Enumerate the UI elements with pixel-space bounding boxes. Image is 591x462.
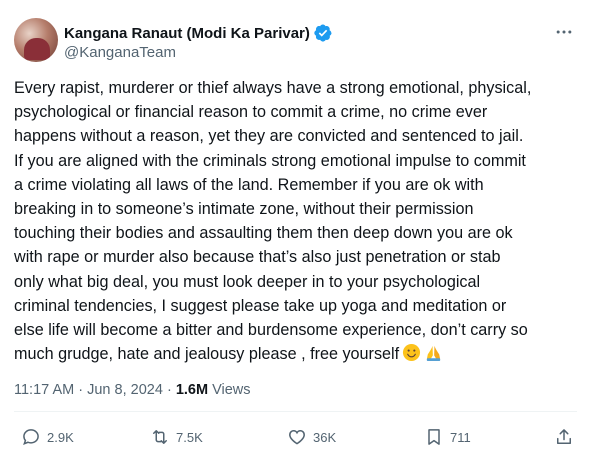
like-button[interactable]: 36K: [287, 427, 336, 447]
views-count[interactable]: 1.6M: [176, 382, 208, 398]
bookmark-icon: [428, 429, 440, 445]
reply-button[interactable]: 2.9K: [21, 427, 74, 447]
avatar[interactable]: [14, 18, 58, 62]
views-label: Views: [212, 382, 251, 398]
author-name-row[interactable]: Kangana Ranaut (Modi Ka Parivar): [64, 24, 332, 42]
folded-hands-emoji-icon: [424, 343, 443, 369]
post-body: Every rapist, murderer or thief always h…: [14, 79, 532, 364]
action-bar: 2.9K 7.5K 36K 711: [0, 427, 591, 451]
post-date[interactable]: Jun 8, 2024: [87, 382, 163, 398]
display-name[interactable]: Kangana Ranaut (Modi Ka Parivar): [64, 25, 310, 42]
reply-count: 2.9K: [47, 429, 74, 445]
repost-button[interactable]: 7.5K: [150, 427, 203, 447]
post-meta: 11:17 AM · Jun 8, 2024 · 1.6M Views: [14, 382, 251, 398]
like-icon: [289, 429, 305, 445]
bookmark-button[interactable]: 711: [424, 427, 471, 447]
divider: [14, 411, 577, 412]
verified-badge-icon: [314, 24, 332, 42]
meta-separator: ·: [166, 382, 172, 398]
reply-icon: [23, 429, 39, 445]
post-text: Every rapist, murderer or thief always h…: [14, 76, 580, 369]
post-time[interactable]: 11:17 AM: [14, 382, 74, 398]
repost-count: 7.5K: [176, 429, 203, 445]
more-icon: [556, 30, 572, 34]
meta-separator: ·: [78, 382, 84, 398]
author-handle[interactable]: @KanganaTeam: [64, 44, 176, 61]
more-options-button[interactable]: [551, 19, 577, 45]
repost-icon: [153, 430, 167, 444]
smiling-face-emoji-icon: [402, 343, 421, 369]
share-icon: [557, 429, 571, 444]
share-button[interactable]: [554, 427, 574, 447]
like-count: 36K: [313, 429, 337, 445]
bookmark-count: 711: [450, 429, 471, 445]
